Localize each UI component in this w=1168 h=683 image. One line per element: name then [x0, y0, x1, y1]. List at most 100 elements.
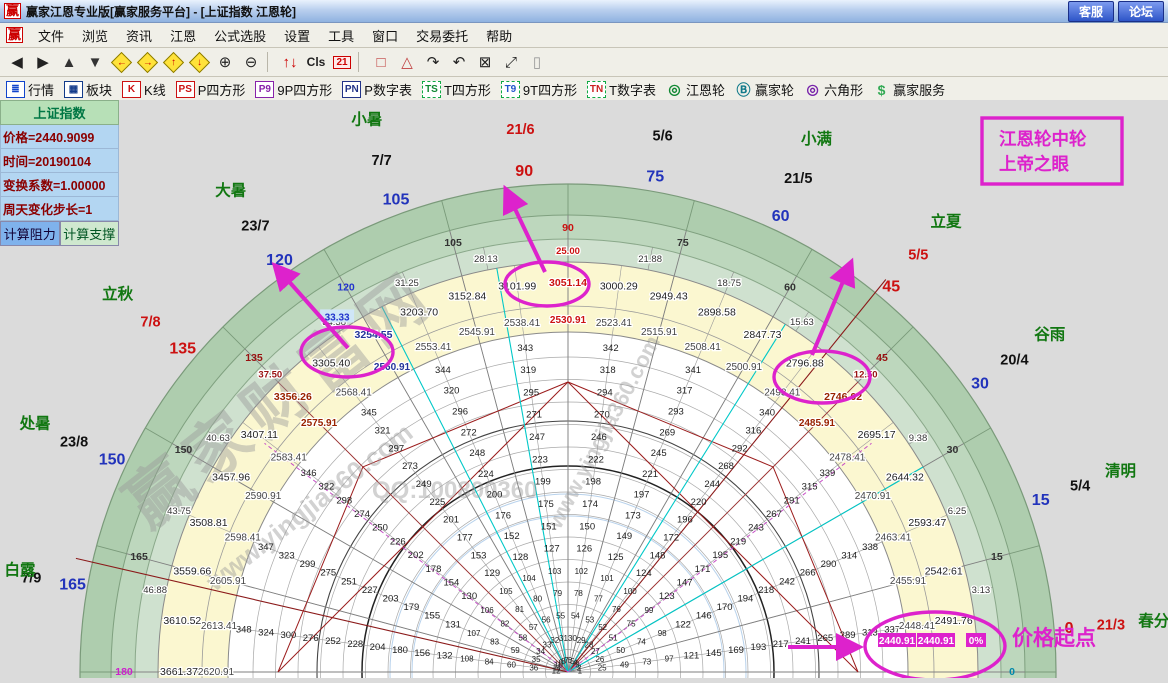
tool-K线[interactable]: KK线	[122, 80, 166, 99]
nav-right-icon[interactable]: ▶	[31, 51, 55, 73]
pennant-down-icon[interactable]: ▼	[83, 51, 107, 73]
wheel-label: 132	[437, 651, 453, 662]
calc-support-button[interactable]: 计算支撑	[60, 221, 120, 246]
menu-browse[interactable]: 浏览	[73, 24, 117, 47]
calendar-21-icon[interactable]: 21	[330, 51, 354, 73]
calc-resistance-button[interactable]: 计算阻力	[0, 221, 60, 246]
wheel-label: 203	[383, 594, 399, 605]
zoom-out-icon[interactable]: ⊖	[239, 51, 263, 73]
customer-service-button[interactable]: 客服	[1068, 1, 1114, 22]
wheel-label: 12	[552, 666, 561, 675]
wheel-label: 101	[600, 574, 614, 583]
tool-T数字表[interactable]: TNT数字表	[587, 80, 656, 99]
tool-P数字表[interactable]: PNP数字表	[342, 80, 412, 99]
wheel-label: 清明	[1105, 462, 1136, 480]
wheel-label: 322	[318, 482, 334, 493]
tool-T四方形[interactable]: TST四方形	[422, 80, 491, 99]
tool-P四方形[interactable]: PSP四方形	[176, 80, 246, 99]
wheel-label: 219	[730, 536, 746, 547]
triangle-tool-icon[interactable]: △	[395, 51, 419, 73]
menu-gann[interactable]: 江恩	[161, 24, 205, 47]
wheel-label: 339	[819, 468, 835, 479]
tool-六角形[interactable]: ◎六角形	[804, 80, 863, 99]
wheel-label: 154	[443, 578, 459, 589]
wheel-label: 296	[452, 407, 468, 418]
wheel-label: 2695.17	[858, 429, 896, 441]
wheel-label: 52	[598, 623, 607, 632]
menu-file[interactable]: 文件	[29, 24, 73, 47]
wheel-label: 2530.91	[550, 315, 587, 326]
menu-news[interactable]: 资讯	[117, 24, 161, 47]
wheel-label: 3508.81	[190, 517, 228, 529]
tool-行情[interactable]: ≣行情	[6, 80, 54, 99]
nav-left-icon[interactable]: ◀	[5, 51, 29, 73]
wheel-label: 274	[354, 509, 370, 520]
tool-9T四方形[interactable]: T99T四方形	[501, 80, 577, 99]
wheel-label: 275	[320, 568, 336, 579]
menu-formula-stockpick[interactable]: 公式选股	[205, 24, 275, 47]
wheel-label: 148	[650, 550, 666, 561]
wheel-label: 104	[522, 574, 536, 583]
wheel-label: 35	[532, 655, 541, 664]
wheel-label: 120	[266, 252, 293, 269]
wheel-label: 23/8	[60, 435, 88, 451]
wheel-label: 290	[821, 559, 837, 570]
wheel-label: 30	[971, 376, 989, 393]
updown-arrows-icon[interactable]: ↑↓	[278, 51, 302, 73]
wheel-label: 105	[383, 191, 410, 208]
wheel-label: 23/7	[241, 219, 269, 235]
menu-help[interactable]: 帮助	[477, 24, 521, 47]
zoom-in-icon[interactable]: ⊕	[213, 51, 237, 73]
clear-tool-icon[interactable]: ▯	[525, 51, 549, 73]
wheel-label: 204	[370, 642, 386, 653]
wheel-label: 340	[759, 408, 775, 419]
forum-button[interactable]: 论坛	[1118, 1, 1164, 22]
menu-window[interactable]: 窗口	[363, 24, 407, 47]
wheel-label: 150	[579, 521, 595, 532]
boxed-x-icon[interactable]: ⊠	[473, 51, 497, 73]
wheel-label: 3000.29	[600, 280, 638, 292]
wheel-label: 121	[683, 651, 699, 662]
tool-江恩轮[interactable]: ◎江恩轮	[666, 80, 725, 99]
date-row: 时间=20190104	[0, 149, 119, 173]
wheel-label: 2463.41	[875, 532, 912, 543]
wheel-label: 83	[490, 638, 499, 647]
wheel-label: 5/5	[908, 248, 928, 264]
menu-tools[interactable]: 工具	[319, 24, 363, 47]
wheel-label: 9.38	[909, 433, 928, 444]
rotate-ccw-icon[interactable]: ↶	[447, 51, 471, 73]
wheel-label: 2545.91	[459, 327, 496, 338]
rotate-cw-icon[interactable]: ↷	[421, 51, 445, 73]
wheel-label: 348	[236, 624, 252, 635]
wheel-label: 45	[876, 352, 888, 364]
tool-icon-5: PN	[342, 81, 361, 98]
wheel-label: 21/5	[784, 171, 812, 187]
wheel-label: 276	[303, 633, 319, 644]
gann-wheel-chart[interactable]: 赢家财富网 www.yingjia360.com www.yingjia360.…	[0, 100, 1168, 678]
coef-row: 变换系数=1.00000	[0, 173, 119, 197]
wheel-label: 217	[773, 639, 789, 650]
diamond-left-icon[interactable]: ←	[109, 51, 133, 73]
tool-赢家轮[interactable]: Ⓑ赢家轮	[735, 80, 794, 99]
diamond-up-icon[interactable]: ↑	[161, 51, 185, 73]
wheel-label: 267	[766, 509, 782, 520]
cls-button[interactable]: Cls	[304, 51, 328, 73]
wheel-label: 200	[487, 490, 503, 501]
diamond-right-icon[interactable]: →	[135, 51, 159, 73]
pennant-up-icon[interactable]: ▲	[57, 51, 81, 73]
tool-9P四方形[interactable]: P99P四方形	[255, 80, 332, 99]
tool-板块[interactable]: ▦板块	[64, 80, 112, 99]
wheel-label: 147	[677, 578, 693, 589]
wheel-label: 316	[745, 425, 761, 436]
tool-赢家服务[interactable]: $赢家服务	[873, 80, 945, 99]
expand-cross-icon[interactable]: ⤢	[499, 51, 523, 73]
wheel-label: 81	[515, 605, 524, 614]
svg-text:QQ:100800360: QQ:100800360	[372, 477, 537, 504]
square-tool-icon[interactable]: □	[369, 51, 393, 73]
wheel-label: 32	[550, 636, 559, 645]
menu-settings[interactable]: 设置	[275, 24, 319, 47]
wheel-label: 2440.91	[879, 636, 916, 647]
menu-trade[interactable]: 交易委托	[407, 24, 477, 47]
diamond-down-icon[interactable]: ↓	[187, 51, 211, 73]
wheel-label: 6.25	[948, 506, 967, 517]
